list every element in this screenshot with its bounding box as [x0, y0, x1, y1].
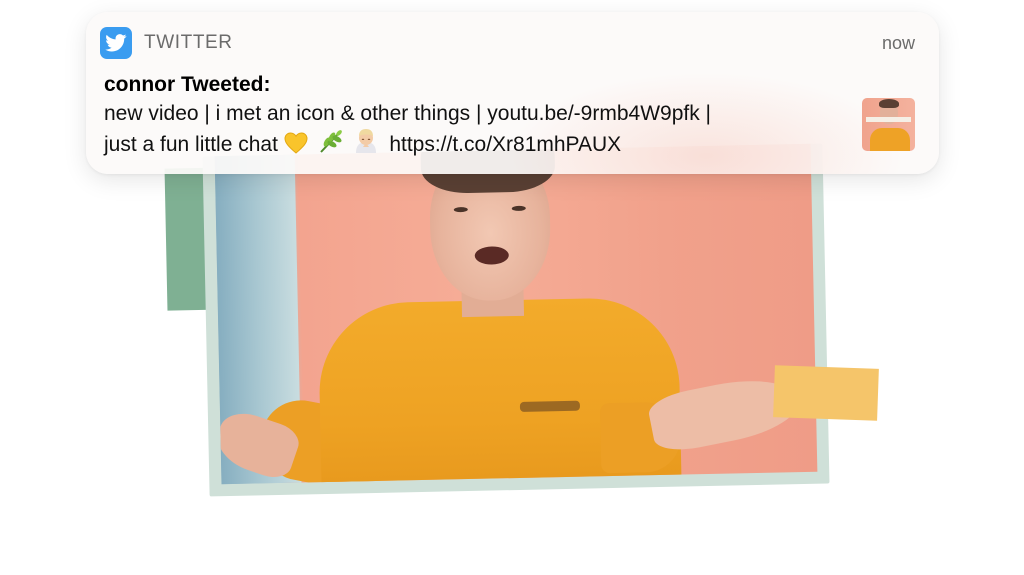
video-thumbnail-image	[214, 143, 818, 485]
notification-header: TWITTER now	[100, 26, 915, 60]
sweater-logo	[519, 400, 581, 412]
herb-emoji	[318, 130, 344, 162]
lock-screen: TWITTER now connor Tweeted: new video | …	[0, 0, 1024, 575]
notification-app-name: TWITTER	[144, 32, 233, 53]
thumbnail-caption-strip	[866, 117, 911, 122]
notification-banner[interactable]: TWITTER now connor Tweeted: new video | …	[86, 12, 939, 174]
person-bowing-emoji	[353, 128, 379, 162]
notification-timestamp: now	[881, 32, 915, 53]
notification-body-line1: new video | i met an icon & other things…	[104, 102, 712, 125]
notification-body-line2: just a fun little chat https://t.co/Xr81…	[104, 128, 844, 162]
notification-link[interactable]: https://t.co/Xr81mhPAUX	[389, 133, 621, 156]
notification-body: new video | i met an icon & other things…	[104, 100, 844, 162]
thumbnail-person-hair	[879, 99, 899, 108]
twitter-bird-icon	[100, 27, 132, 59]
twitter-bird-glyph	[105, 34, 127, 52]
notification-body-text: just a fun little chat	[104, 133, 278, 156]
notification-title: connor Tweeted:	[104, 73, 271, 96]
decorative-yellow-block	[773, 365, 879, 421]
thumbnail-person-body	[870, 128, 910, 151]
yellow-heart-emoji	[284, 132, 308, 162]
notification-thumbnail[interactable]	[862, 98, 915, 151]
